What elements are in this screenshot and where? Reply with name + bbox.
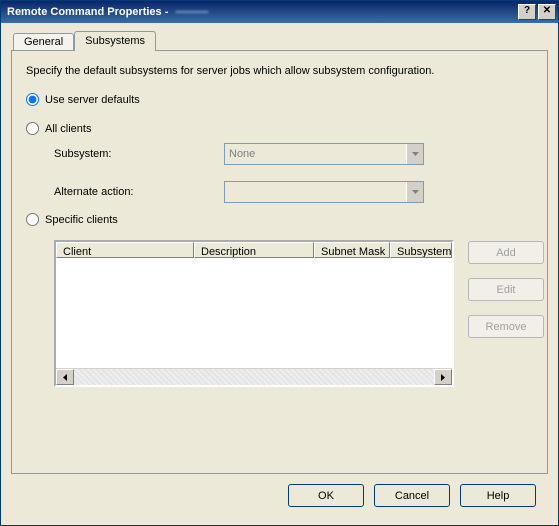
subsystem-label: Subsystem: [54,148,224,160]
help-icon[interactable]: ? [518,4,536,20]
column-subsystem[interactable]: Subsystem [390,242,452,258]
cancel-button[interactable]: Cancel [374,484,450,507]
scroll-right-icon[interactable] [434,369,452,385]
chevron-down-icon[interactable] [406,182,423,202]
remove-button[interactable]: Remove [468,315,544,338]
listview-header: Client Description Subnet Mask Subsystem [56,242,452,258]
close-icon[interactable]: ✕ [538,4,556,20]
dialog-footer: OK Cancel Help [11,474,548,517]
tab-label: General [24,36,63,48]
alternate-action-value [225,182,406,202]
tab-body-subsystems: Specify the default subsystems for serve… [11,50,548,474]
window-title-context: ——— [175,6,208,18]
column-client[interactable]: Client [56,242,194,258]
horizontal-scrollbar[interactable] [56,368,452,385]
add-button[interactable]: Add [468,241,544,264]
ok-button[interactable]: OK [288,484,364,507]
subsystem-value: None [225,144,406,164]
option-use-server-defaults[interactable]: Use server defaults [26,93,533,106]
radio-all-clients[interactable] [26,122,39,135]
scroll-left-icon[interactable] [56,369,74,385]
radio-use-server-defaults[interactable] [26,93,39,106]
option-label: Specific clients [45,214,118,226]
tabstrip: General Subsystems [13,31,548,51]
listview-side-buttons: Add Edit Remove [468,241,544,338]
alternate-action-label: Alternate action: [54,186,224,198]
option-all-clients[interactable]: All clients [26,122,533,135]
titlebar: Remote Command Properties - ——— ? ✕ [1,1,558,23]
option-label: All clients [45,123,91,135]
description-text: Specify the default subsystems for serve… [26,65,533,77]
column-description[interactable]: Description [194,242,314,258]
tab-label: Subsystems [85,35,145,47]
listview-body [56,258,452,368]
edit-button[interactable]: Edit [468,278,544,301]
radio-specific-clients[interactable] [26,213,39,226]
subsystem-dropdown[interactable]: None [224,143,424,165]
chevron-down-icon[interactable] [406,144,423,164]
clients-listview[interactable]: Client Description Subnet Mask Subsystem [54,240,454,387]
tab-subsystems[interactable]: Subsystems [74,31,156,51]
option-label: Use server defaults [45,94,140,106]
window: Remote Command Properties - ——— ? ✕ Gene… [0,0,559,526]
window-title: Remote Command Properties - [7,6,171,18]
option-specific-clients[interactable]: Specific clients [26,213,533,226]
column-subnet-mask[interactable]: Subnet Mask [314,242,390,258]
all-clients-fields: Subsystem: None Alternate action: [54,143,533,203]
scroll-track[interactable] [74,369,434,385]
help-button[interactable]: Help [460,484,536,507]
client-area: General Subsystems Specify the default s… [1,23,558,525]
specific-clients-area: Client Description Subnet Mask Subsystem [54,240,533,387]
alternate-action-dropdown[interactable] [224,181,424,203]
